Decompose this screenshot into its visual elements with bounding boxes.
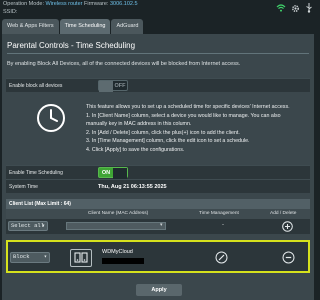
client-name: WDMyCloud: [102, 249, 133, 255]
info-line: manually key in MAC address in this colu…: [86, 121, 192, 127]
client-name-input[interactable]: [66, 222, 166, 230]
redacted-mac-address: [102, 258, 144, 264]
firmware-value[interactable]: 3006.102.5: [110, 1, 138, 7]
usb-icon[interactable]: [305, 3, 313, 13]
info-line: This feature allows you to set up a sche…: [86, 104, 290, 110]
chevron-down-icon: ▾: [41, 222, 45, 229]
block-mode-value: Block: [13, 253, 30, 260]
client-list-header: Client List (Max Limit : 64): [6, 199, 310, 209]
edit-schedule-icon[interactable]: [215, 251, 228, 264]
chevron-down-icon: ▾: [43, 253, 47, 260]
select-all-dropdown[interactable]: Select all ▾: [8, 221, 48, 231]
gear-icon[interactable]: [291, 4, 300, 13]
time-scheduling-state: ON: [101, 170, 111, 176]
toggle-knob: [99, 81, 113, 92]
info-section: This feature allows you to set up a sche…: [6, 97, 310, 160]
ssid-label: SSID:: [3, 9, 18, 15]
system-time-label: System Time: [9, 184, 38, 190]
tab-adguard[interactable]: AdGuard: [111, 19, 144, 34]
block-all-label: Enable block all devices: [9, 83, 63, 89]
wifi-icon[interactable]: [276, 4, 286, 12]
column-time-management: Time Management: [199, 211, 239, 216]
client-list-columns: Client Name (MAC Address) Time Managemen…: [6, 209, 310, 219]
tab-web-apps-filters[interactable]: Web & Apps Filters: [2, 19, 59, 34]
status-icons: [276, 3, 313, 13]
device-icon: [70, 249, 92, 267]
status-line: Operation Mode: Wireless router Firmware…: [3, 1, 138, 7]
info-line: 3. In [Time Management] column, click th…: [86, 138, 250, 144]
operation-mode-label: Operation Mode:: [3, 1, 44, 7]
nas-icon: [74, 252, 88, 263]
apply-button[interactable]: Apply: [136, 284, 182, 296]
block-all-row: Enable block all devices OFF: [6, 78, 310, 92]
clock-icon: [37, 104, 65, 132]
page-description: By enabling Block All Devices, all of th…: [7, 61, 241, 67]
time-scheduling-toggle[interactable]: ON: [98, 167, 128, 179]
title-divider: [7, 53, 309, 54]
firmware-label: Firmware:: [84, 1, 109, 7]
add-client-row: Select all ▾ ▾ -: [6, 219, 310, 234]
info-line: 2. In [Add / Delete] column, click the p…: [86, 129, 240, 136]
column-add-delete: Add / Delete: [270, 211, 297, 216]
add-icon[interactable]: [282, 221, 293, 232]
page-title: Parental Controls - Time Scheduling: [7, 41, 136, 50]
select-all-value: Select all: [11, 222, 45, 229]
toggle-knob: [113, 168, 127, 179]
operation-mode-value[interactable]: Wireless router: [46, 1, 83, 7]
block-mode-dropdown[interactable]: Block ▾: [10, 252, 50, 263]
status-bar: Operation Mode: Wireless router Firmware…: [0, 0, 316, 17]
system-time-row: System Time Thu, Aug 21 06:13:55 2025: [6, 179, 310, 193]
tab-bar: Web & Apps Filters Time Scheduling AdGua…: [0, 19, 316, 34]
info-line: 1. In [Client Name] column, select a dev…: [86, 112, 281, 119]
table-row: Block ▾ WDMyCloud: [6, 240, 310, 273]
delete-icon[interactable]: [282, 251, 295, 264]
info-text: This feature allows you to set up a sche…: [86, 103, 290, 154]
time-management-placeholder: -: [222, 222, 224, 228]
block-all-state: OFF: [114, 83, 126, 89]
column-client-name: Client Name (MAC Address): [88, 211, 149, 216]
tab-time-scheduling[interactable]: Time Scheduling: [59, 19, 111, 34]
info-line: 4. Click [Apply] to save the configurati…: [86, 146, 185, 153]
time-scheduling-row: Enable Time Scheduling ON: [6, 165, 310, 179]
client-list-title: Client List (Max Limit : 64): [9, 201, 71, 207]
chevron-down-icon[interactable]: ▾: [160, 222, 163, 228]
system-time-value: Thu, Aug 21 06:13:55 2025: [98, 184, 167, 190]
block-all-toggle[interactable]: OFF: [98, 80, 128, 92]
time-scheduling-label: Enable Time Scheduling: [9, 170, 63, 176]
